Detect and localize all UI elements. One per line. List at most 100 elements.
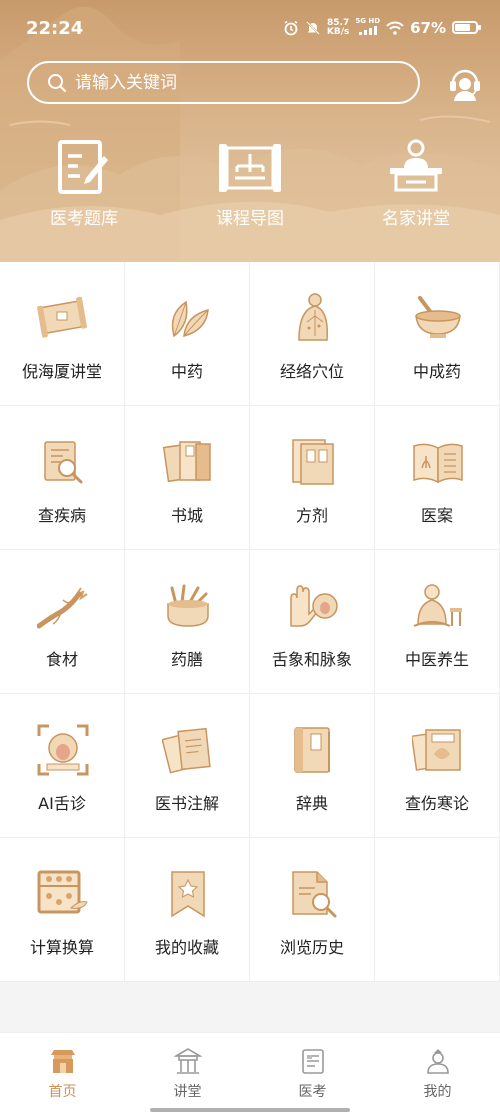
grid-item-label: AI舌诊: [38, 794, 86, 813]
grid-empty-cell: [375, 838, 499, 981]
tab-label: 医考: [298, 1084, 327, 1100]
status-bar: 22:24 85.7 KB/s 5G HD 67%: [0, 0, 500, 60]
tab-exam[interactable]: 医考: [250, 1047, 375, 1101]
bottom-tab-bar: 首页 讲堂 医考 我的: [0, 1032, 500, 1115]
grid-item-label: 医书注解: [154, 794, 219, 813]
history-icon: [292, 871, 337, 918]
dictionary-icon: [294, 727, 330, 773]
meridian-body-icon: [298, 293, 328, 341]
quick-nav-label: 名家讲堂: [382, 209, 450, 229]
grid-item-label: 经络穴位: [279, 362, 344, 381]
grid-item-label: 查疾病: [37, 506, 86, 525]
network-type: 5G HD: [355, 17, 380, 38]
tab-label: 讲堂: [173, 1084, 202, 1100]
abacus-icon: [37, 870, 88, 914]
grid-item-label: 中药: [170, 362, 203, 381]
grid-item-acupoints[interactable]: 经络穴位: [250, 262, 374, 405]
quick-nav: 医考题库 课程导图 名家讲堂: [0, 138, 500, 238]
customer-service-icon[interactable]: [446, 65, 484, 103]
exam-bank-icon: [58, 140, 108, 194]
lecture-hall-icon: [390, 139, 442, 192]
profile-icon: [426, 1049, 449, 1074]
prescription-icon: [292, 439, 334, 485]
disease-search-icon: [44, 441, 83, 484]
grid-item-ai-tongue[interactable]: AI舌诊: [0, 694, 124, 837]
annotated-book-icon: [162, 727, 211, 774]
course-map-icon: [219, 144, 281, 192]
herb-leaf-icon: [171, 300, 209, 338]
grid-item-history[interactable]: 浏览历史: [250, 838, 374, 981]
quick-nav-lecture[interactable]: 名家讲堂: [336, 138, 496, 229]
grid-item-formulas[interactable]: 方剂: [250, 406, 374, 549]
home-pavilion-icon: [50, 1050, 75, 1073]
signal-icon: [358, 26, 377, 35]
tab-home[interactable]: 首页: [0, 1047, 125, 1101]
tab-profile[interactable]: 我的: [375, 1047, 500, 1101]
scroll-icon: [37, 296, 87, 338]
quick-nav-exam-bank[interactable]: 医考题库: [4, 138, 164, 229]
quick-nav-label: 课程导图: [216, 209, 284, 229]
ginseng-icon: [37, 587, 88, 629]
grid-item-chinese-herbs[interactable]: 中药: [125, 262, 249, 405]
grid-item-bookstore[interactable]: 书城: [125, 406, 249, 549]
battery-icon: [452, 21, 481, 34]
battery-percent: 67%: [410, 18, 446, 37]
status-time: 22:24: [26, 18, 84, 39]
shanghan-book-icon: [412, 729, 461, 771]
status-icons: 85.7 KB/s 5G HD 67%: [283, 17, 481, 38]
footer-spacer: [0, 982, 500, 1032]
grid-item-label: 中医养生: [404, 650, 469, 669]
meditation-icon: [413, 584, 462, 627]
grid-item-label: 舌象和脉象: [271, 650, 352, 669]
hand-tongue-icon: [290, 585, 338, 627]
medicinal-food-icon: [167, 584, 209, 627]
header-banner: 22:24 85.7 KB/s 5G HD 67% 请输入关键词 医考题库 课程…: [0, 0, 500, 262]
grid-item-label: 查伤寒论: [404, 794, 469, 813]
grid-item-shanghan[interactable]: 查伤寒论: [375, 694, 499, 837]
grid-item-label: 辞典: [295, 794, 328, 813]
grid-item-label: 我的收藏: [154, 938, 219, 957]
ai-tongue-scan-icon: [37, 724, 89, 776]
feature-grid: 倪海厦讲堂 中药 经络穴位 中成药 查疾病 书城 方剂 医案 食材 药膳 舌象和…: [0, 262, 500, 982]
tab-label: 我的: [423, 1084, 452, 1100]
grid-item-favorites[interactable]: 我的收藏: [125, 838, 249, 981]
grid-item-annotations[interactable]: 医书注解: [125, 694, 249, 837]
grid-item-disease-lookup[interactable]: 查疾病: [0, 406, 124, 549]
grid-item-health-preservation[interactable]: 中医养生: [375, 550, 499, 693]
grid-item-label: 浏览历史: [279, 938, 344, 957]
grid-item-medical-cases[interactable]: 医案: [375, 406, 499, 549]
search-icon: [48, 73, 67, 92]
grid-item-label: 计算换算: [29, 938, 94, 957]
grid-item-ingredients[interactable]: 食材: [0, 550, 124, 693]
grid-item-tongue-pulse[interactable]: 舌象和脉象: [250, 550, 374, 693]
alarm-icon: [284, 20, 298, 35]
grid-item-label: 书城: [170, 506, 203, 525]
mute-icon: [306, 20, 320, 35]
grid-item-label: 食材: [45, 650, 78, 669]
grid-item-label: 医案: [420, 506, 453, 525]
grid-item-calculator[interactable]: 计算换算: [0, 838, 124, 981]
net-speed: 85.7 KB/s: [326, 17, 350, 37]
home-indicator: [150, 1108, 350, 1112]
grid-item-medicinal-diet[interactable]: 药膳: [125, 550, 249, 693]
tab-label: 首页: [48, 1084, 77, 1100]
search-box[interactable]: [27, 61, 420, 104]
case-book-icon: [413, 443, 463, 484]
search-input[interactable]: [75, 72, 375, 93]
grid-item-patent-medicine[interactable]: 中成药: [375, 262, 499, 405]
tab-lectures[interactable]: 讲堂: [125, 1047, 250, 1101]
quick-nav-label: 医考题库: [50, 209, 118, 229]
temple-icon: [173, 1048, 202, 1074]
quick-nav-course-map[interactable]: 课程导图: [170, 138, 330, 229]
grid-item-ni-haixia-lectures[interactable]: 倪海厦讲堂: [0, 262, 124, 405]
exam-icon: [301, 1049, 324, 1074]
grid-item-label: 中成药: [412, 362, 461, 381]
bookmark-star-icon: [171, 871, 205, 918]
grid-item-label: 药膳: [170, 650, 203, 669]
grid-item-label: 方剂: [295, 506, 328, 525]
mortar-icon: [415, 296, 461, 338]
wifi-icon: [386, 21, 404, 35]
grid-item-dictionary[interactable]: 辞典: [250, 694, 374, 837]
grid-item-label: 倪海厦讲堂: [21, 362, 102, 381]
books-icon: [162, 441, 211, 483]
